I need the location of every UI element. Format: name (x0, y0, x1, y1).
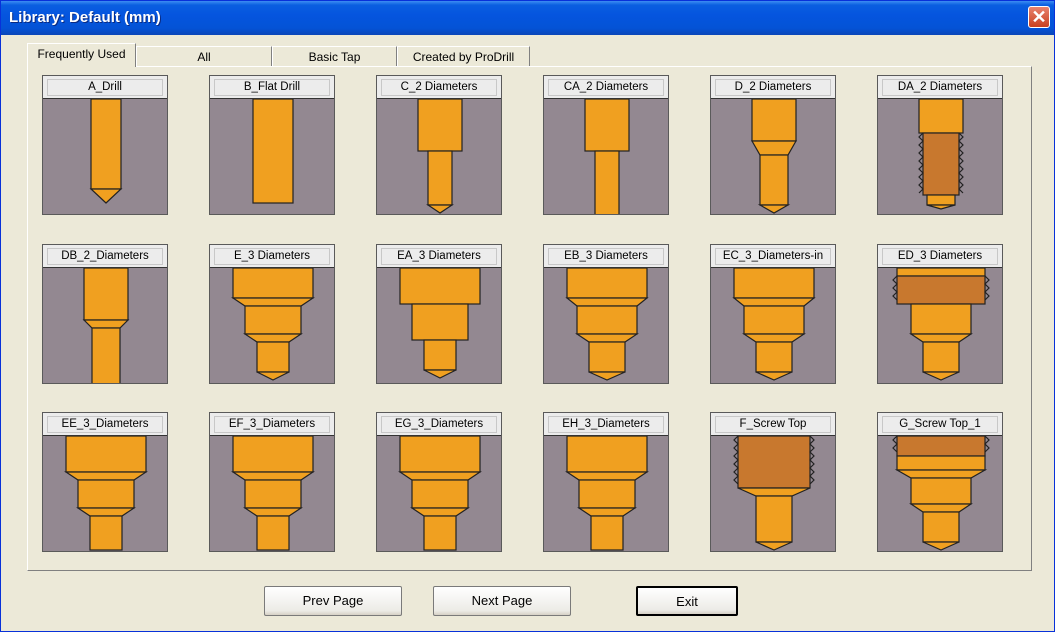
library-window: Library: Default (mm) ✕ Frequently Used … (0, 0, 1055, 632)
tool-preview-icon (892, 268, 990, 381)
tool-preview-icon (82, 268, 130, 383)
tool-label: EC_3_Diameters-in (715, 248, 831, 265)
tool-preview-icon (89, 99, 123, 204)
prev-page-button[interactable]: Prev Page (264, 586, 402, 616)
tool-cell[interactable]: EF_3_Diameters (209, 412, 335, 552)
tool-cell[interactable]: ED_3 Diameters (877, 244, 1003, 384)
tab-frequently-used[interactable]: Frequently Used (27, 43, 136, 67)
tool-preview-icon (733, 436, 815, 551)
tool-label: F_Screw Top (715, 416, 831, 433)
tool-cell[interactable]: EH_3_Diameters (543, 412, 669, 552)
tool-cell[interactable]: EE_3_Diameters (42, 412, 168, 552)
tool-label: A_Drill (47, 79, 163, 96)
tool-grid-panel: A_Drill B_Flat Drill C_2 Diameters CA_2 Dia… (27, 66, 1032, 571)
tool-cell[interactable]: EG_3_Diameters (376, 412, 502, 552)
tool-label: EG_3_Diameters (381, 416, 497, 433)
tool-preview-icon (918, 99, 964, 210)
tool-cell[interactable]: EA_3 Diameters (376, 244, 502, 384)
title-bar[interactable]: Library: Default (mm) ✕ (1, 1, 1054, 35)
tool-cell[interactable]: CA_2 Diameters (543, 75, 669, 215)
tool-label: EA_3 Diameters (381, 248, 497, 265)
tool-preview-icon (892, 436, 990, 551)
tool-label: EH_3_Diameters (548, 416, 664, 433)
next-page-button[interactable]: Next Page (433, 586, 571, 616)
tool-label: EE_3_Diameters (47, 416, 163, 433)
tool-label: CA_2 Diameters (548, 79, 664, 96)
tool-cell[interactable]: F_Screw Top (710, 412, 836, 552)
tool-cell[interactable]: EC_3_Diameters-in (710, 244, 836, 384)
tool-preview-icon (231, 436, 315, 551)
tool-preview-icon (732, 268, 816, 381)
tool-label: DB_2_Diameters (47, 248, 163, 265)
tool-label: EB_3 Diameters (548, 248, 664, 265)
tool-preview-icon (565, 436, 649, 551)
tool-cell[interactable]: G_Screw Top_1 (877, 412, 1003, 552)
tool-label: B_Flat Drill (214, 79, 330, 96)
tool-label: C_2 Diameters (381, 79, 497, 96)
tab-basic-tap[interactable]: Basic Tap (272, 46, 397, 66)
tool-preview-icon (231, 268, 315, 381)
tool-preview-icon (64, 436, 148, 551)
exit-button[interactable]: Exit (636, 586, 738, 616)
tool-cell[interactable]: B_Flat Drill (209, 75, 335, 215)
tool-cell[interactable]: DA_2 Diameters (877, 75, 1003, 215)
close-icon: ✕ (1031, 7, 1047, 27)
tool-label: ED_3 Diameters (882, 248, 998, 265)
tool-preview-icon (398, 436, 482, 551)
tool-cell[interactable]: C_2 Diameters (376, 75, 502, 215)
tool-preview-icon (750, 99, 798, 214)
tool-label: D_2 Diameters (715, 79, 831, 96)
tool-label: EF_3_Diameters (214, 416, 330, 433)
client-area: Frequently Used All Basic Tap Created by… (5, 35, 1050, 627)
tool-preview-icon (584, 99, 630, 214)
tool-label: E_3 Diameters (214, 248, 330, 265)
tool-preview-icon (565, 268, 649, 381)
tool-preview-icon (399, 268, 481, 379)
tool-cell[interactable]: EB_3 Diameters (543, 244, 669, 384)
tool-cell[interactable]: DB_2_Diameters (42, 244, 168, 384)
window-title: Library: Default (mm) (9, 9, 161, 26)
tab-all[interactable]: All (136, 46, 272, 66)
tool-label: G_Screw Top_1 (882, 416, 998, 433)
tool-cell[interactable]: E_3 Diameters (209, 244, 335, 384)
tab-created-by-prodrill[interactable]: Created by ProDrill (397, 46, 530, 66)
tool-label: DA_2 Diameters (882, 79, 998, 96)
close-button[interactable]: ✕ (1028, 6, 1050, 28)
tool-preview-icon (252, 99, 294, 204)
tool-cell[interactable]: D_2 Diameters (710, 75, 836, 215)
tool-cell[interactable]: A_Drill (42, 75, 168, 215)
tool-preview-icon (417, 99, 463, 214)
